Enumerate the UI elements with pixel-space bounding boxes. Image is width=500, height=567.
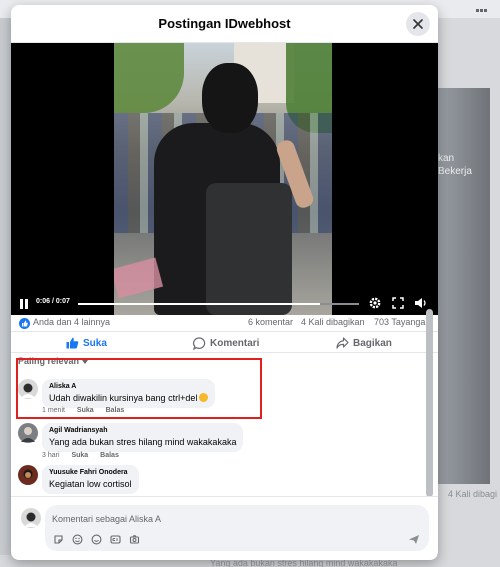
reactions-summary[interactable]: Anda dan 4 lainnya	[33, 317, 110, 327]
background-share-count: 4 Kali dibagi	[448, 489, 498, 499]
dialog-header: Postingan IDwebhost	[11, 5, 438, 43]
highlight-annotation	[16, 358, 262, 419]
pause-icon-bar-left	[20, 299, 23, 309]
camera-icon[interactable]	[129, 534, 140, 545]
comment-meta: 3 hari Suka Balas	[42, 452, 129, 459]
views-count: 703 Tayangan	[374, 317, 431, 327]
post-actions: Suka Komentari Bagikan	[11, 331, 438, 353]
comment-label: Komentari	[210, 337, 260, 349]
shares-count[interactable]: 4 Kali dibagikan	[301, 317, 365, 327]
comment-author[interactable]: Agil Wadriansyah	[49, 426, 236, 436]
video-controls: 0:06 / 0:07	[11, 293, 438, 315]
avatar[interactable]	[21, 508, 41, 528]
close-button[interactable]	[406, 12, 430, 36]
volume-icon[interactable]	[414, 296, 428, 310]
comment-bubble: Agil Wadriansyah Yang ada bukan stres hi…	[42, 423, 244, 452]
gif-face-icon[interactable]	[72, 534, 83, 545]
share-button[interactable]: Bagikan	[336, 336, 392, 350]
send-icon[interactable]	[408, 534, 420, 545]
video-frame	[114, 43, 332, 315]
pause-button[interactable]	[19, 299, 29, 309]
video-scene-tree	[114, 43, 184, 113]
comment-input-placeholder: Komentari sebagai Aliska A	[52, 514, 162, 524]
comment-reply-button[interactable]: Balas	[100, 452, 119, 459]
emoji-icon[interactable]	[91, 534, 102, 545]
post-stats: Anda dan 4 lainnya 6 komentar 4 Kali dib…	[11, 315, 438, 331]
post-dialog: Postingan IDwebhost 0:06 / 0:07 Anda dan…	[11, 5, 438, 560]
video-scene-head	[202, 63, 258, 133]
comment-button[interactable]: Komentari	[193, 336, 259, 350]
comment-composer: Komentari sebagai Aliska A	[11, 496, 438, 560]
comment-text: Kegiatan low cortisol	[49, 479, 132, 489]
comments-scrollbar[interactable]	[426, 309, 433, 497]
video-progress-fill	[78, 303, 320, 305]
comment-bubble-icon	[193, 336, 206, 350]
comments-count[interactable]: 6 komentar	[248, 317, 293, 327]
video-time: 0:06 / 0:07	[36, 298, 70, 305]
avatar[interactable]	[18, 465, 38, 485]
pause-icon-bar-right	[25, 299, 28, 309]
close-icon	[413, 19, 423, 29]
like-label: Suka	[83, 337, 107, 349]
like-reaction-icon	[19, 318, 30, 329]
comment-input[interactable]: Komentari sebagai Aliska A	[45, 505, 429, 551]
background-photo: kan Bekerja	[436, 88, 490, 484]
dialog-title: Postingan IDwebhost	[158, 16, 291, 31]
menu-grid-icon	[476, 0, 490, 30]
sticker-icon[interactable]	[53, 534, 64, 545]
comment-author[interactable]: Yuusuke Fahri Onodera	[49, 468, 132, 478]
share-arrow-icon	[336, 337, 349, 349]
background-overlay-text: kan Bekerja	[438, 153, 472, 177]
video-progress-bar[interactable]	[78, 303, 359, 305]
gif-icon[interactable]	[110, 534, 121, 545]
avatar[interactable]	[18, 423, 38, 443]
comment-text: Yang ada bukan stres hilang mind wakakak…	[49, 437, 237, 447]
settings-gear-icon[interactable]	[368, 296, 382, 310]
like-button[interactable]: Suka	[66, 336, 107, 350]
video-player[interactable]: 0:06 / 0:07	[11, 43, 438, 315]
thumbs-up-icon	[66, 337, 79, 349]
comment-time[interactable]: 3 hari	[42, 452, 60, 459]
comment-bubble: Yuusuke Fahri Onodera Kegiatan low corti…	[42, 465, 139, 494]
fullscreen-icon[interactable]	[391, 296, 405, 310]
share-label: Bagikan	[353, 337, 392, 349]
comment-like-button[interactable]: Suka	[71, 452, 88, 459]
